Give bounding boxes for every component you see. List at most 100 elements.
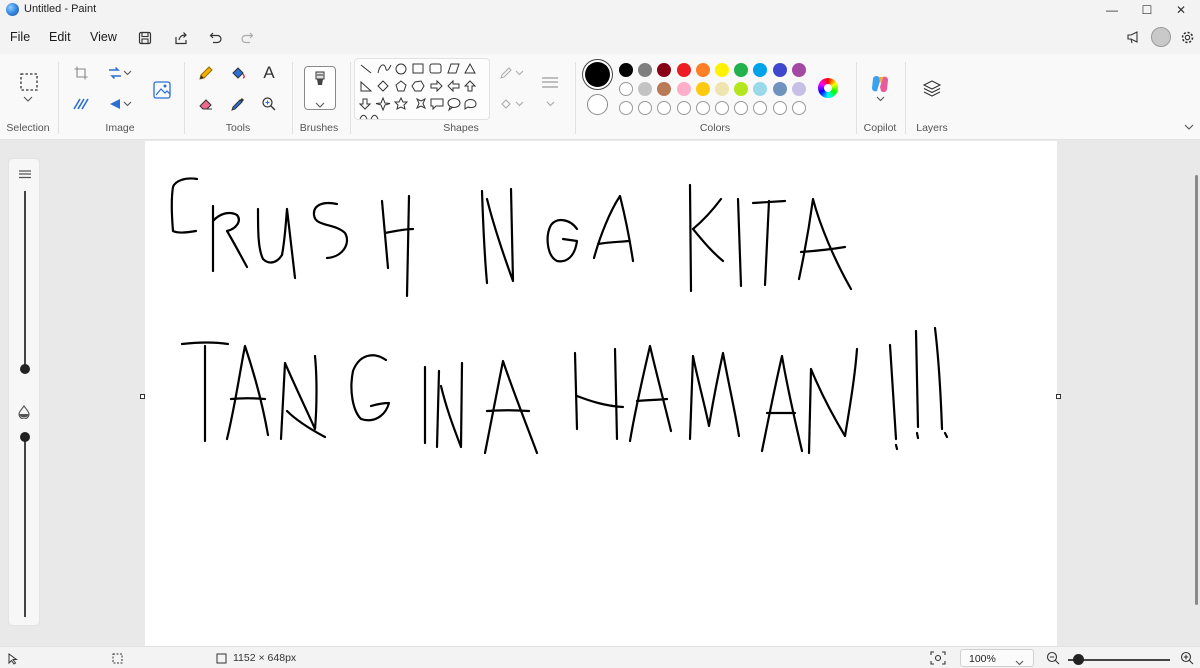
canvas-resize-handle-left[interactable] — [140, 394, 145, 399]
custom-color-slot[interactable] — [753, 101, 768, 115]
color-swatch[interactable] — [638, 82, 653, 96]
account-avatar[interactable] — [1151, 27, 1171, 47]
fit-to-window-icon[interactable] — [930, 651, 946, 668]
shapes-gallery — [354, 58, 490, 120]
eraser-icon[interactable] — [195, 93, 217, 115]
magnifier-icon[interactable] — [258, 93, 280, 115]
ribbon-divider — [184, 62, 185, 134]
brushes-button[interactable] — [304, 66, 336, 110]
custom-color-slot[interactable] — [695, 101, 710, 115]
secondary-color-swatch[interactable] — [587, 94, 608, 115]
close-button[interactable]: ✕ — [1162, 0, 1200, 20]
opacity-slider[interactable] — [24, 435, 26, 617]
color-swatch[interactable] — [772, 63, 787, 77]
custom-color-slot[interactable] — [715, 101, 729, 115]
pencil-icon[interactable] — [195, 62, 217, 84]
zoom-in-icon[interactable] — [1180, 651, 1194, 668]
ribbon: Selection Image A Tools Brushes Shapes C… — [0, 54, 1200, 140]
color-swatch[interactable] — [695, 82, 710, 96]
color-swatch[interactable] — [791, 63, 806, 77]
custom-color-slot[interactable] — [772, 101, 787, 115]
color-picker-icon[interactable] — [227, 93, 249, 115]
ribbon-divider — [856, 62, 857, 134]
custom-color-slot[interactable] — [657, 101, 672, 115]
group-label-tools: Tools — [225, 122, 251, 134]
maximize-button[interactable]: ☐ — [1128, 0, 1166, 20]
drawing-canvas[interactable] — [145, 141, 1057, 646]
megaphone-icon[interactable] — [1122, 26, 1144, 48]
handwritten-drawing — [170, 177, 949, 455]
window-title: Untitled - Paint — [24, 3, 97, 15]
color-swatch[interactable] — [772, 82, 787, 96]
status-bar: 1152 × 648px 100% — [0, 646, 1200, 668]
crop-icon[interactable] — [70, 62, 92, 84]
copilot-chevron-down-icon[interactable] — [869, 92, 891, 106]
menu-view[interactable]: View — [90, 30, 117, 44]
custom-color-slot[interactable] — [791, 101, 806, 115]
outline-chevron-down-icon[interactable] — [512, 62, 526, 84]
brush-size-icon — [18, 168, 32, 183]
fill-bucket-icon[interactable] — [227, 62, 249, 84]
color-swatch[interactable] — [753, 82, 768, 96]
edit-colors-icon[interactable] — [818, 78, 838, 98]
canvas-resize-handle-right[interactable] — [1056, 394, 1061, 399]
rotate-chevron-down-icon[interactable] — [120, 62, 134, 84]
zoom-level-dropdown[interactable]: 100% — [960, 649, 1034, 667]
share-icon[interactable] — [170, 27, 192, 49]
brush-size-slider[interactable] — [24, 191, 26, 366]
group-label-brushes: Brushes — [299, 122, 339, 134]
color-swatch[interactable] — [715, 82, 729, 96]
image-generator-icon[interactable] — [150, 78, 174, 102]
title-bar: Untitled - Paint — ☐ ✕ — [0, 0, 1200, 20]
zoom-out-icon[interactable] — [1046, 651, 1060, 668]
custom-color-slot[interactable] — [734, 101, 749, 115]
size-chevron-down-icon[interactable] — [540, 93, 560, 115]
brush-size-slider-thumb[interactable] — [20, 364, 30, 374]
flip-chevron-down-icon[interactable] — [120, 93, 134, 115]
custom-color-slot[interactable] — [619, 101, 633, 115]
brush-icon — [310, 70, 330, 95]
menu-file[interactable]: File — [10, 30, 30, 44]
color-swatch[interactable] — [676, 63, 691, 77]
vertical-scrollbar-thumb[interactable] — [1195, 175, 1198, 605]
color-swatch[interactable] — [657, 63, 672, 77]
canvas-size-icon — [216, 653, 227, 667]
group-label-image: Image — [105, 122, 135, 134]
text-tool-icon[interactable]: A — [258, 62, 280, 84]
color-swatch[interactable] — [734, 63, 749, 77]
undo-icon[interactable] — [205, 27, 227, 49]
selection-size-icon — [112, 653, 123, 667]
image-select-area-icon[interactable] — [70, 93, 92, 115]
color-swatch[interactable] — [715, 63, 729, 77]
color-swatch[interactable] — [619, 82, 633, 96]
selection-chevron-down-icon[interactable] — [18, 92, 38, 106]
zoom-level-text: 100% — [969, 653, 996, 665]
custom-color-slot[interactable] — [638, 101, 653, 115]
group-label-shapes: Shapes — [443, 122, 479, 134]
color-swatch[interactable] — [657, 82, 672, 96]
color-swatch[interactable] — [638, 63, 653, 77]
save-icon[interactable] — [134, 27, 156, 49]
shapes-gallery-icons — [358, 62, 477, 119]
zoom-slider-thumb[interactable] — [1072, 654, 1084, 665]
opacity-slider-thumb[interactable] — [20, 432, 30, 442]
layers-icon[interactable] — [920, 76, 944, 100]
opacity-icon — [17, 405, 31, 422]
menu-edit[interactable]: Edit — [49, 30, 71, 44]
custom-color-slot[interactable] — [676, 101, 691, 115]
color-swatch[interactable] — [734, 82, 749, 96]
color-swatch[interactable] — [695, 63, 710, 77]
line-size-icon[interactable] — [538, 72, 562, 94]
minimize-button[interactable]: — — [1093, 0, 1131, 20]
fill-chevron-down-icon[interactable] — [512, 93, 526, 115]
selection-rectangle-icon[interactable] — [17, 70, 41, 94]
color-swatch[interactable] — [753, 63, 768, 77]
color-swatch[interactable] — [619, 63, 633, 77]
collapse-ribbon-chevron-icon[interactable] — [1180, 118, 1198, 136]
color-swatch[interactable] — [676, 82, 691, 96]
redo-icon[interactable] — [236, 27, 258, 49]
settings-gear-icon[interactable] — [1176, 26, 1198, 48]
brushes-chevron-down-icon — [315, 97, 325, 111]
primary-color-swatch[interactable] — [585, 62, 610, 87]
color-swatch[interactable] — [791, 82, 806, 96]
